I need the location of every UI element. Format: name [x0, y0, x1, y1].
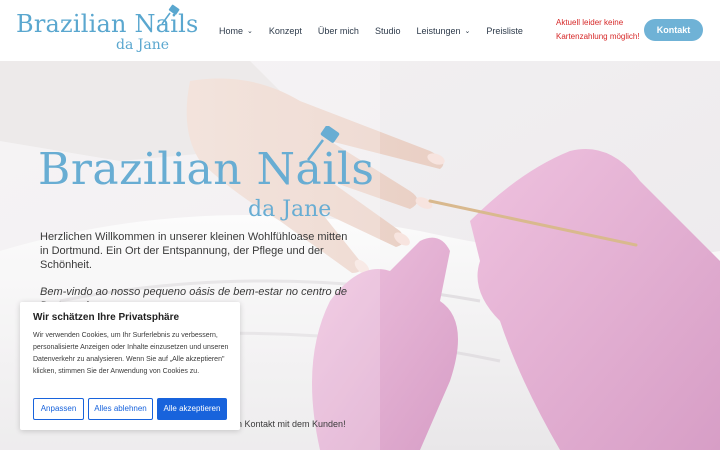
nav-item-label: Studio [374, 26, 401, 36]
hero-logo-main: Brazilian Nails [38, 144, 375, 195]
nav-item-home[interactable]: Home ⌄ [219, 22, 253, 40]
cookie-title: Wir schätzen Ihre Privatsphäre [33, 312, 180, 323]
cookie-consent-banner: Wir schätzen Ihre Privatsphäre Wir verwe… [20, 302, 240, 430]
cookie-reject-button[interactable]: Alles ablehnen [88, 398, 153, 420]
nail-brush-icon [161, 4, 180, 25]
logo-sub-text: da Jane [116, 37, 170, 53]
nav-item-label: Home [219, 26, 244, 36]
payment-notice: Aktuell leider keine Kartenzahlung mögli… [556, 18, 640, 41]
nav-item-preisliste[interactable]: Preisliste [486, 22, 523, 40]
site-header: Brazilian Nails da Jane Home ⌄ Konzept Ü… [0, 0, 720, 61]
chevron-down-icon: ⌄ [247, 28, 253, 35]
nav-item-leistungen[interactable]: Leistungen ⌄ [416, 22, 470, 40]
kontakt-button[interactable]: Kontakt [644, 19, 703, 41]
nav-item-label: Preisliste [486, 26, 523, 36]
chevron-down-icon: ⌄ [464, 28, 471, 35]
hero-bottom-text: en Kontakt mit dem Kunden! [232, 419, 346, 429]
intro-text: Herzlichen Willkommen in unserer kleinen… [40, 231, 348, 271]
hero-logo-sub: da Jane [248, 197, 332, 222]
main-nav: Home ⌄ Konzept Über mich Studio Leistung… [219, 22, 523, 40]
nav-item-konzept[interactable]: Konzept [269, 22, 302, 40]
nav-item-label: Leistungen [416, 26, 461, 36]
site-logo[interactable]: Brazilian Nails da Jane [16, 4, 198, 56]
cookie-accept-button[interactable]: Alle akzeptieren [157, 398, 227, 420]
cookie-customize-button[interactable]: Anpassen [33, 398, 84, 420]
nav-item-uber-mich[interactable]: Über mich [318, 22, 359, 40]
cookie-text: Wir verwenden Cookies, um Ihr Surferlebn… [33, 332, 229, 375]
nav-item-label: Konzept [268, 26, 302, 36]
nav-item-studio[interactable]: Studio [375, 22, 401, 40]
nav-item-label: Über mich [317, 26, 359, 36]
